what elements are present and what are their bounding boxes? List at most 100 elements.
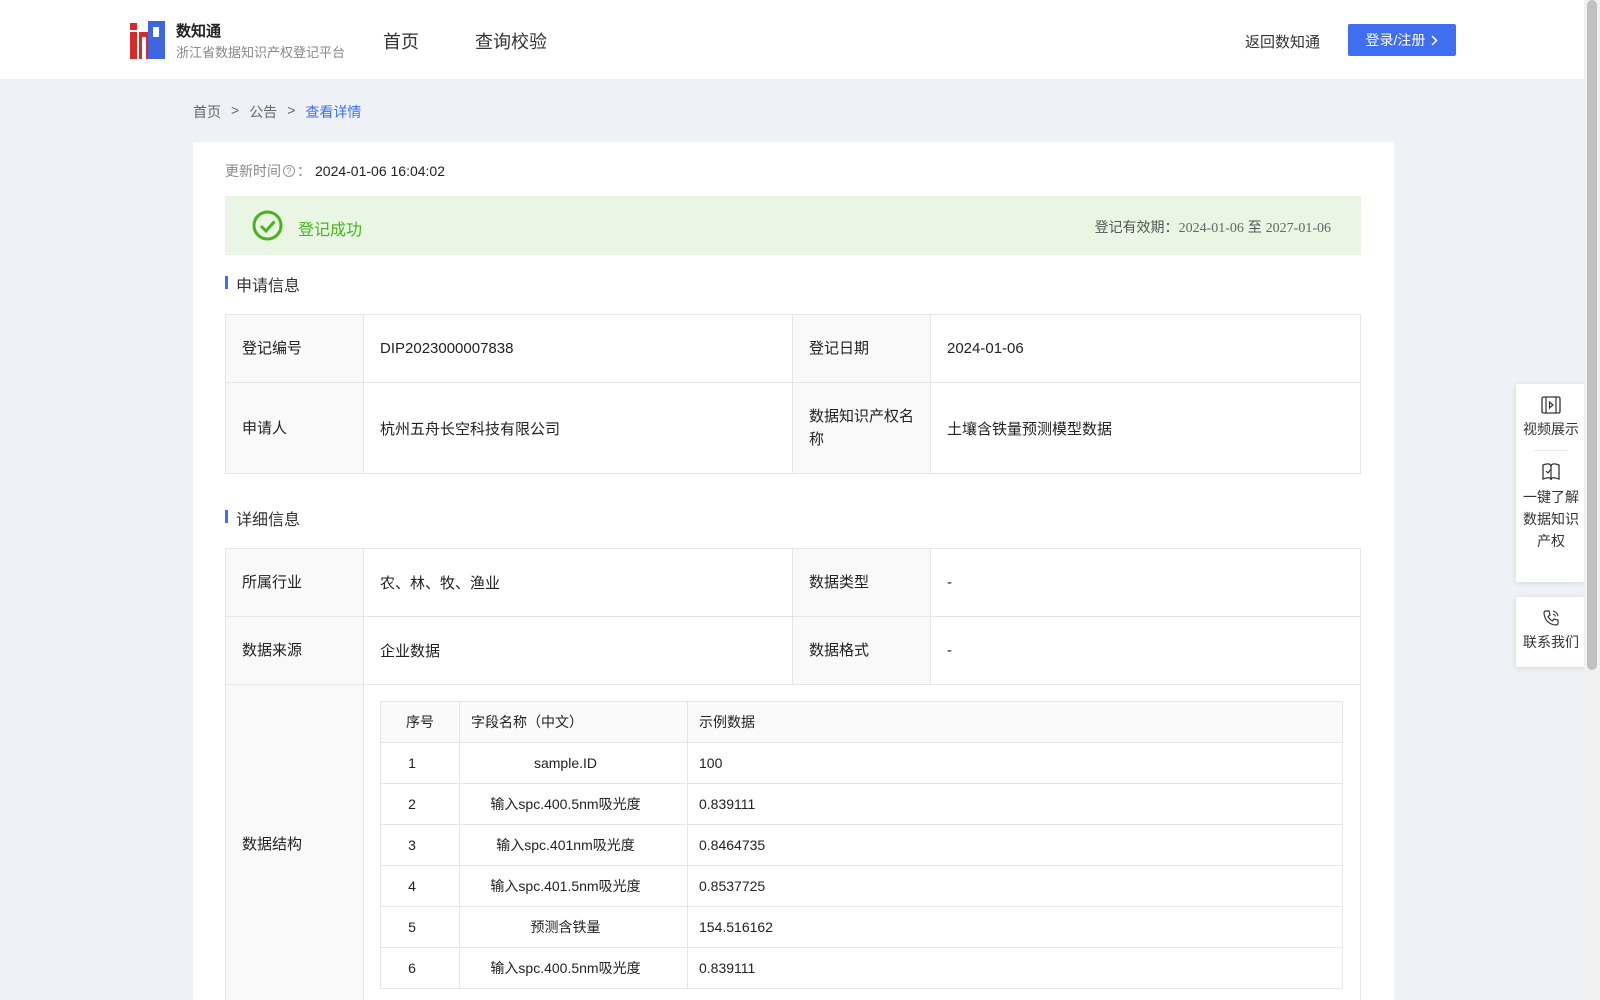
data-source-label: 数据来源 xyxy=(225,616,364,685)
registration-date-value: 2024-01-06 xyxy=(930,314,1361,383)
structure-header-row: 序号 字段名称（中文） 示例数据 xyxy=(380,701,1343,743)
breadcrumb-announcement[interactable]: 公告 xyxy=(249,102,277,122)
table-row: 2 输入spc.400.5nm吸光度 0.839111 xyxy=(380,783,1343,825)
section-title-detail-info: 详细信息 xyxy=(225,506,300,530)
learn-label-line-2: 数据知识 xyxy=(1523,511,1579,527)
breadcrumb-separator: > xyxy=(231,102,240,118)
row-index: 5 xyxy=(380,906,460,948)
field-name: sample.ID xyxy=(459,742,688,784)
field-name: 输入spc.401nm吸光度 xyxy=(459,824,688,866)
phone-icon xyxy=(1543,610,1559,626)
video-showcase-label: 视频展示 xyxy=(1523,421,1579,437)
row-index: 1 xyxy=(380,742,460,784)
learn-label-line-3: 产权 xyxy=(1537,533,1565,549)
status-text: 登记成功 xyxy=(298,222,363,239)
learn-label-line-1: 一键了解 xyxy=(1523,489,1579,505)
side-help-panel: 视频展示 一键了解 数据知识 产权 xyxy=(1516,384,1586,582)
back-to-shuzhitong-link[interactable]: 返回数知通 xyxy=(1245,31,1320,52)
detail-info-table: 所属行业 农、林、牧、渔业 数据类型 - 数据来源 企业数据 数据格式 - 数据… xyxy=(225,548,1361,1000)
validity-end: 2027-01-06 xyxy=(1265,221,1331,236)
table-row: 3 输入spc.401nm吸光度 0.8464735 xyxy=(380,824,1343,866)
apply-info-table: 登记编号 DIP2023000007838 登记日期 2024-01-06 申请… xyxy=(225,314,1361,474)
data-format-value: - xyxy=(930,616,1361,685)
industry-label: 所属行业 xyxy=(225,548,364,617)
column-header-index: 序号 xyxy=(380,701,460,743)
sample-value: 154.516162 xyxy=(687,906,1343,948)
breadcrumb: 首页 > 公告 > 查看详情 xyxy=(193,102,361,122)
update-time: 更新时间 ? ： 2024-01-06 16:04:02 xyxy=(225,161,445,181)
registration-number-label: 登记编号 xyxy=(225,314,364,383)
data-structure-label: 数据结构 xyxy=(225,684,364,1000)
update-time-value: 2024-01-06 16:04:02 xyxy=(315,163,445,179)
video-showcase-button[interactable]: 视频展示 xyxy=(1516,384,1586,440)
table-row: 数据来源 企业数据 数据格式 - xyxy=(225,616,1361,685)
field-name: 预测含铁量 xyxy=(459,906,688,948)
contact-panel: 联系我们 xyxy=(1516,597,1586,667)
table-row: 6 输入spc.400.5nm吸光度 0.839111 xyxy=(380,947,1343,989)
brand-subtitle: 浙江省数据知识产权登记平台 xyxy=(176,45,346,60)
row-index: 6 xyxy=(380,947,460,989)
login-register-button[interactable]: 登录/注册 xyxy=(1348,24,1456,56)
video-icon xyxy=(1541,396,1561,414)
scrollbar-thumb[interactable] xyxy=(1587,0,1597,670)
sample-value: 0.839111 xyxy=(687,783,1343,825)
sample-value: 0.8464735 xyxy=(687,824,1343,866)
table-row: 数据结构 序号 字段名称（中文） 示例数据 1 sample.ID 100 2 … xyxy=(225,684,1361,1000)
row-index: 4 xyxy=(380,865,460,907)
validity-label: 登记有效期： xyxy=(1094,219,1179,235)
nav-query-verify[interactable]: 查询校验 xyxy=(475,28,547,54)
vertical-scrollbar[interactable] xyxy=(1584,0,1600,1000)
data-structure-cell: 序号 字段名称（中文） 示例数据 1 sample.ID 100 2 输入spc… xyxy=(363,684,1361,1000)
data-type-label: 数据类型 xyxy=(792,548,931,617)
help-icon[interactable]: ? xyxy=(283,165,295,177)
row-index: 2 xyxy=(380,783,460,825)
column-header-sample: 示例数据 xyxy=(687,701,1343,743)
breadcrumb-home[interactable]: 首页 xyxy=(193,102,221,122)
book-icon xyxy=(1542,463,1560,481)
field-name: 输入spc.401.5nm吸光度 xyxy=(459,865,688,907)
breadcrumb-current: 查看详情 xyxy=(305,104,362,120)
nav-home[interactable]: 首页 xyxy=(383,28,419,54)
platform-logo[interactable] xyxy=(130,21,165,59)
check-circle-icon xyxy=(252,210,283,241)
registration-status-bar: 登记成功 登记有效期：2024-01-06 至 2027-01-06 xyxy=(225,196,1361,255)
registration-date-label: 登记日期 xyxy=(792,314,931,383)
update-time-label: 更新时间 xyxy=(225,163,281,179)
section-title-apply-info: 申请信息 xyxy=(225,272,300,296)
validity-period: 登记有效期：2024-01-06 至 2027-01-06 xyxy=(1095,217,1331,237)
table-row: 4 输入spc.401.5nm吸光度 0.8537725 xyxy=(380,865,1343,907)
industry-value: 农、林、牧、渔业 xyxy=(363,548,793,617)
ip-name-value: 土壤含铁量预测模型数据 xyxy=(930,382,1361,474)
data-source-value: 企业数据 xyxy=(363,616,793,685)
validity-start: 2024-01-06 xyxy=(1178,221,1244,236)
data-structure-table: 序号 字段名称（中文） 示例数据 1 sample.ID 100 2 输入spc… xyxy=(380,701,1343,989)
sample-value: 0.839111 xyxy=(687,947,1343,989)
column-header-field-name: 字段名称（中文） xyxy=(459,701,688,743)
applicant-label: 申请人 xyxy=(225,382,364,474)
detail-card: 更新时间 ? ： 2024-01-06 16:04:02 登记成功 登记有效期：… xyxy=(193,142,1394,1000)
field-name: 输入spc.400.5nm吸光度 xyxy=(459,783,688,825)
ip-name-label: 数据知识产权名称 xyxy=(792,382,931,474)
validity-to: 至 xyxy=(1247,219,1262,235)
chevron-right-icon xyxy=(1431,34,1438,46)
data-format-label: 数据格式 xyxy=(792,616,931,685)
update-time-colon: ： xyxy=(297,163,311,179)
login-register-label: 登录/注册 xyxy=(1365,32,1426,48)
data-type-value: - xyxy=(930,548,1361,617)
applicant-value: 杭州五舟长空科技有限公司 xyxy=(363,382,793,474)
registration-number-value: DIP2023000007838 xyxy=(363,314,793,383)
row-index: 3 xyxy=(380,824,460,866)
field-name: 输入spc.400.5nm吸光度 xyxy=(459,947,688,989)
breadcrumb-separator: > xyxy=(287,102,296,118)
table-row: 申请人 杭州五舟长空科技有限公司 数据知识产权名称 土壤含铁量预测模型数据 xyxy=(225,382,1361,474)
table-row: 登记编号 DIP2023000007838 登记日期 2024-01-06 xyxy=(225,314,1361,383)
contact-us-label: 联系我们 xyxy=(1523,634,1579,650)
contact-us-button[interactable]: 联系我们 xyxy=(1516,597,1586,653)
learn-data-ip-button[interactable]: 一键了解 数据知识 产权 xyxy=(1516,451,1586,552)
table-row: 所属行业 农、林、牧、渔业 数据类型 - xyxy=(225,548,1361,617)
top-header: 数知通 浙江省数据知识产权登记平台 首页 查询校验 返回数知通 登录/注册 xyxy=(0,0,1584,79)
table-row: 5 预测含铁量 154.516162 xyxy=(380,906,1343,948)
table-row: 1 sample.ID 100 xyxy=(380,742,1343,784)
brand-name: 数知通 xyxy=(176,23,222,40)
sample-value: 0.8537725 xyxy=(687,865,1343,907)
